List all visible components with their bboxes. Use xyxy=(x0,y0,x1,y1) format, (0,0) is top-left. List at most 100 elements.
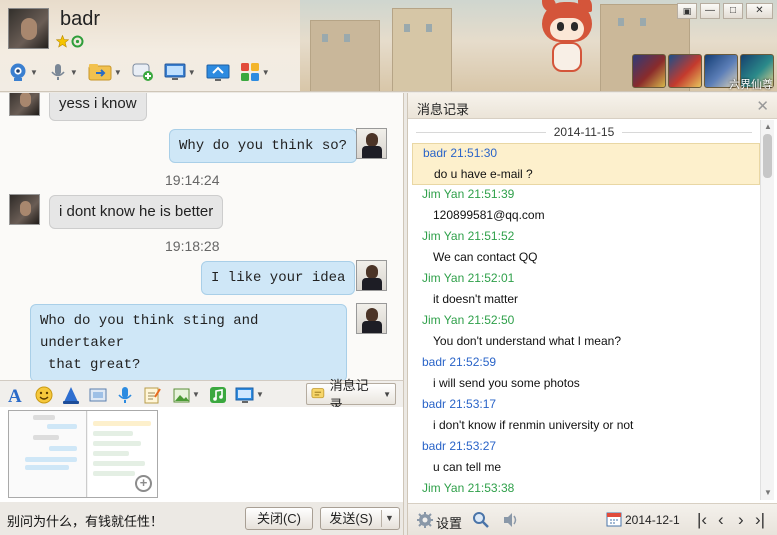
history-entry-header: Jim Yan 21:52:01 xyxy=(422,271,515,285)
message-line: that great? xyxy=(48,357,141,373)
history-entry-header: badr 21:53:27 xyxy=(422,439,497,453)
send-file-button[interactable]: ▼ xyxy=(86,60,124,84)
voice-message-icon[interactable] xyxy=(115,385,135,405)
my-message-avatar[interactable] xyxy=(356,303,387,334)
history-date-picker[interactable]: 2014-12-1 xyxy=(625,513,680,527)
history-entry-message: do u have e-mail ? xyxy=(434,167,533,181)
contact-message-avatar[interactable] xyxy=(9,194,40,225)
contact-message-avatar[interactable] xyxy=(9,93,40,116)
scrollbar-thumb[interactable] xyxy=(763,134,772,178)
window-controls: ▣ — □ ✕ xyxy=(677,3,773,19)
history-entry-header: Jim Yan 21:52:50 xyxy=(422,313,515,327)
history-entry[interactable]: Jim Yan 21:52:50 You don't understand wh… xyxy=(412,311,760,353)
history-entry[interactable]: Jim Yan 21:52:01 it doesn't matter xyxy=(412,269,760,311)
first-page-icon[interactable]: |‹ xyxy=(697,510,707,530)
my-message-avatar[interactable] xyxy=(356,260,387,291)
game-badge[interactable] xyxy=(668,54,702,88)
game-badge[interactable] xyxy=(632,54,666,88)
outgoing-message-bubble: I like your idea xyxy=(201,261,356,295)
mascot-fox-image xyxy=(538,0,596,84)
previous-page-icon[interactable]: ‹ xyxy=(718,510,724,530)
message-line: Who do you think sting and undertaker xyxy=(40,313,259,351)
screen-capture-icon[interactable] xyxy=(235,385,255,405)
create-discussion-button[interactable] xyxy=(130,60,156,84)
contact-name: badr xyxy=(60,8,101,30)
input-toolbar: A ▼ ▼ 消息记录 ▼ xyxy=(0,378,404,412)
history-entry[interactable]: Jim Yan 21:51:52 We can contact QQ xyxy=(412,227,760,269)
history-entry-header: badr 21:52:59 xyxy=(422,355,497,369)
monitor-icon xyxy=(164,63,186,80)
message-input-area[interactable]: + xyxy=(0,407,404,502)
chevron-down-icon[interactable]: ▼ xyxy=(114,68,122,77)
history-entry-header: badr 21:51:30 xyxy=(423,146,498,160)
font-icon[interactable]: A xyxy=(6,385,26,405)
outgoing-message-bubble: Why do you think so? xyxy=(169,129,358,163)
close-chat-button[interactable]: 关闭(C) xyxy=(245,507,313,530)
history-entry[interactable]: badr 21:51:30 do u have e-mail ? xyxy=(412,143,760,185)
chevron-down-icon[interactable]: ▼ xyxy=(188,68,196,77)
message-timestamp: 19:14:24 xyxy=(165,172,220,188)
speaker-icon[interactable] xyxy=(502,511,520,529)
history-entry-message: You don't understand what I mean? xyxy=(433,334,621,348)
history-entry-message: u can tell me xyxy=(433,460,502,474)
chat-message-area[interactable]: yess i know Why do you think so? 19:14:2… xyxy=(0,93,404,380)
contact-status-icons xyxy=(56,35,84,48)
window-pin-button[interactable]: ▣ xyxy=(677,3,697,19)
chevron-down-icon[interactable]: ▼ xyxy=(30,68,38,77)
scroll-down-icon[interactable]: ▼ xyxy=(764,488,772,497)
video-call-button[interactable]: ▼ xyxy=(6,60,40,84)
history-date: 2014-11-15 xyxy=(553,125,615,139)
screen-share-icon xyxy=(206,64,230,81)
restore-button[interactable]: □ xyxy=(723,3,743,19)
magic-expression-icon[interactable] xyxy=(61,385,81,405)
history-date-separator: 2014-11-15 xyxy=(408,125,760,139)
chevron-down-icon[interactable]: ▼ xyxy=(256,390,264,399)
search-icon[interactable] xyxy=(472,511,490,529)
image-icon[interactable] xyxy=(172,385,192,405)
svg-text:A: A xyxy=(8,386,22,405)
voice-call-button[interactable]: ▼ xyxy=(46,60,80,84)
history-entry[interactable]: Jim Yan 21:53:38 xyxy=(412,479,760,498)
chevron-down-icon: ▼ xyxy=(383,389,391,399)
chevron-down-icon[interactable]: ▼ xyxy=(262,68,270,77)
emoji-icon[interactable] xyxy=(34,385,54,405)
history-entry[interactable]: badr 21:53:27 u can tell me xyxy=(412,437,760,479)
last-page-icon[interactable]: ›| xyxy=(755,510,765,530)
gear-icon[interactable] xyxy=(416,511,434,529)
remote-desktop-button[interactable]: ▼ xyxy=(162,60,198,84)
close-history-panel-button[interactable]: ✕ xyxy=(756,97,769,115)
chat-toolbar: ▼ ▼ ▼ ▼ ▼ xyxy=(6,60,272,84)
bottom-bar: 别问为什么，有钱就任性！ 关闭(C) 发送(S) ▼ xyxy=(0,502,404,535)
history-entry[interactable]: Jim Yan 21:51:39 120899581@qq.com xyxy=(412,185,760,227)
history-entry-header: Jim Yan 21:53:38 xyxy=(422,481,515,495)
history-entry-message: i don't know if renmin university or not xyxy=(433,418,634,432)
next-page-icon[interactable]: › xyxy=(738,510,744,530)
apps-button[interactable]: ▼ xyxy=(238,60,272,84)
history-scrollbar[interactable]: ▲ ▼ xyxy=(760,120,774,500)
history-footer: 设置 2014-12-1 |‹ ‹ › ›| xyxy=(408,503,777,535)
scroll-up-icon[interactable]: ▲ xyxy=(764,122,772,131)
message-history-button[interactable]: 消息记录 ▼ xyxy=(306,378,396,412)
incoming-message-bubble: yess i know xyxy=(49,93,147,121)
contact-signature: 别问为什么，有钱就任性！ xyxy=(7,514,164,529)
zoom-in-icon[interactable]: + xyxy=(135,475,152,492)
contact-avatar[interactable] xyxy=(8,8,49,49)
history-entry[interactable]: badr 21:52:59 i will send you some photo… xyxy=(412,353,760,395)
share-screen-button[interactable] xyxy=(204,60,232,84)
close-window-button[interactable]: ✕ xyxy=(746,3,773,19)
chevron-down-icon[interactable]: ▼ xyxy=(70,68,78,77)
notepad-icon[interactable] xyxy=(142,385,162,405)
send-button[interactable]: 发送(S) ▼ xyxy=(320,507,400,530)
history-message-list[interactable]: badr 21:51:30 do u have e-mail ? Jim Yan… xyxy=(412,143,760,498)
history-entry-header: Jim Yan 21:51:39 xyxy=(422,187,515,201)
my-message-avatar[interactable] xyxy=(356,128,387,159)
send-options-dropdown[interactable]: ▼ xyxy=(385,508,394,529)
settings-label[interactable]: 设置 xyxy=(436,513,462,532)
send-button-label: 发送(S) xyxy=(329,511,373,526)
screenshot-icon[interactable] xyxy=(88,385,108,405)
calendar-icon[interactable] xyxy=(606,511,622,527)
chevron-down-icon[interactable]: ▼ xyxy=(192,390,200,399)
minimize-button[interactable]: — xyxy=(700,3,720,19)
music-share-icon[interactable] xyxy=(208,385,228,405)
history-entry[interactable]: badr 21:53:17 i don't know if renmin uni… xyxy=(412,395,760,437)
